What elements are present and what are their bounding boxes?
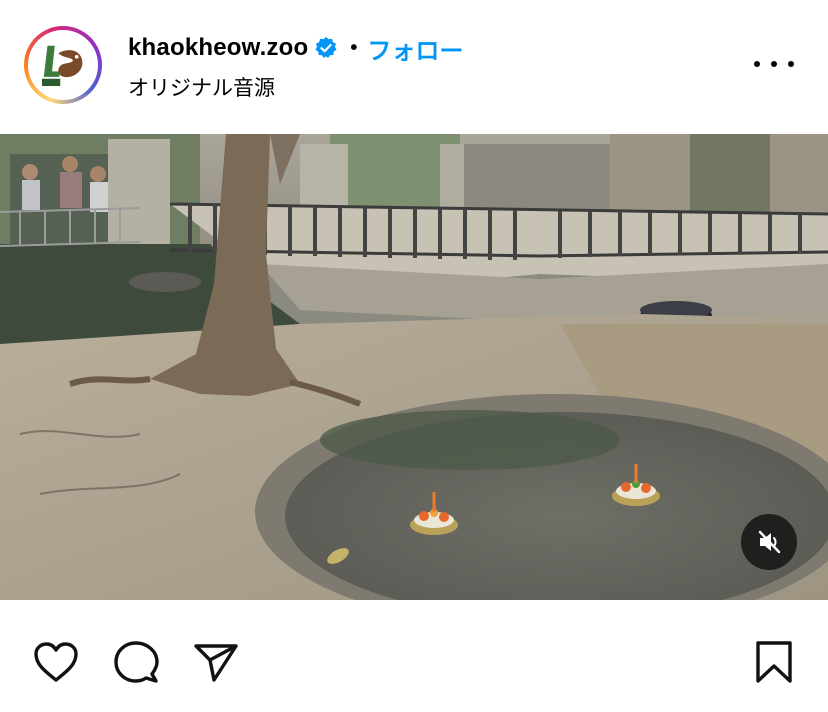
comment-button[interactable] [112,640,160,684]
khaokheow-zoo-logo [31,33,95,97]
speaker-muted-icon [758,530,781,554]
more-options-icon[interactable] [754,52,794,76]
post-header: khaokheow.zoo • フォロー オリジナル音源 [0,0,828,134]
avatar-story-ring[interactable] [24,26,102,104]
more-dot [788,61,794,67]
audio-label-link[interactable]: オリジナル音源 [128,72,275,102]
video-frame-illustration [0,134,828,600]
save-button[interactable] [750,640,798,684]
heart-outline-icon [34,642,78,682]
comment-bubble-icon [114,641,159,683]
user-line: khaokheow.zoo • フォロー [128,31,463,66]
post-actions-bar [0,600,828,712]
like-button[interactable] [32,640,80,684]
paper-plane-icon [194,644,238,682]
username-link[interactable]: khaokheow.zoo [128,34,308,62]
follow-button[interactable]: フォロー [367,31,463,66]
share-button[interactable] [192,640,240,684]
more-dot [754,61,760,67]
bookmark-outline-icon [756,641,792,683]
avatar[interactable] [28,30,98,100]
separator-dot: • [350,36,358,59]
mute-toggle-button[interactable] [741,514,797,570]
more-dot [771,61,777,67]
post-video[interactable] [0,134,828,600]
verified-badge-icon [315,37,338,58]
